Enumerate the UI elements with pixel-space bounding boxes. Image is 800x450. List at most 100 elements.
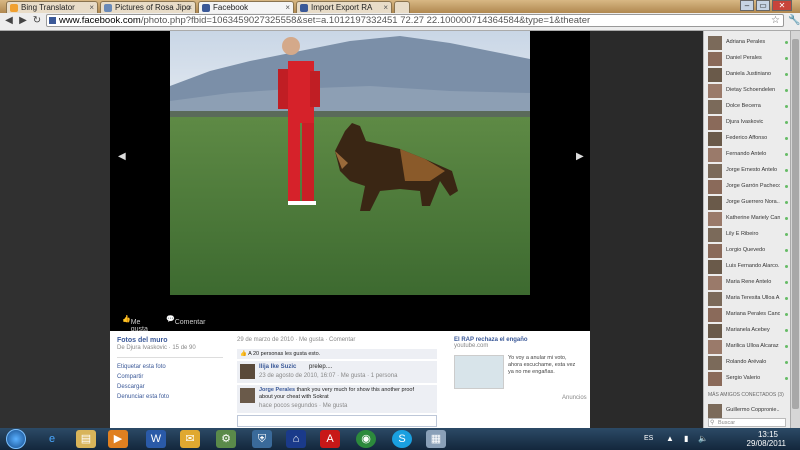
clock-date[interactable]: 29/08/2011 bbox=[747, 439, 786, 448]
clock-time[interactable]: 13:15 bbox=[758, 430, 778, 439]
bookmark-star-icon[interactable]: ☆ bbox=[771, 15, 780, 26]
like-photo-link[interactable]: 👍 Me gusta bbox=[122, 315, 148, 333]
scrollbar-thumb[interactable] bbox=[792, 39, 799, 409]
media-player-icon[interactable]: ▶ bbox=[108, 430, 128, 448]
friend-item[interactable]: Maria Teresita Ulloa A bbox=[708, 292, 788, 307]
album-title-link[interactable]: Fotos del muro bbox=[117, 337, 227, 344]
address-bar[interactable]: www.facebook.com/photo.php?fbid=10634590… bbox=[46, 14, 784, 27]
friend-name: Rolando Arévalo bbox=[726, 359, 767, 365]
friend-item[interactable]: Daniela Justiniano bbox=[708, 68, 788, 83]
friend-name: Marilica Ulloa Alcaraz bbox=[726, 343, 779, 349]
start-button[interactable] bbox=[6, 429, 26, 449]
friend-name: Adriana Perales bbox=[726, 39, 766, 45]
acrobat-icon[interactable]: A bbox=[320, 430, 340, 448]
friend-item[interactable]: Sergio Valerio bbox=[708, 372, 788, 387]
chrome-icon[interactable]: ◉ bbox=[356, 430, 376, 448]
word-icon[interactable]: W bbox=[146, 430, 166, 448]
commenter-name-link[interactable]: Jorge Perales bbox=[259, 387, 295, 393]
avatar bbox=[708, 356, 722, 370]
friend-item[interactable]: Marianela Acebey bbox=[708, 324, 788, 339]
tray-expand-icon[interactable]: ▲ bbox=[666, 434, 674, 443]
comment-input[interactable] bbox=[237, 415, 437, 427]
tab-bing-translator[interactable]: Bing Translator × bbox=[6, 1, 98, 13]
facebook-favicon-icon bbox=[202, 4, 210, 12]
friend-name: Jorge Garrón Pacheco bbox=[726, 183, 780, 189]
tab-import-export[interactable]: Import Export RA × bbox=[296, 1, 392, 13]
close-window-button[interactable]: ✕ bbox=[772, 0, 792, 11]
internet-explorer-icon[interactable]: e bbox=[42, 430, 62, 448]
friend-item[interactable]: Djura Ivaskovic bbox=[708, 116, 788, 131]
file-explorer-icon[interactable]: ▤ bbox=[76, 430, 96, 448]
network-icon[interactable]: ▮ bbox=[684, 434, 688, 443]
close-tab-icon[interactable]: × bbox=[187, 2, 192, 13]
friend-item[interactable]: Fernando Antelo bbox=[708, 148, 788, 163]
ad-source: youtube.com bbox=[454, 343, 489, 349]
tag-photo-link[interactable]: Etiquetar esta foto bbox=[117, 362, 227, 372]
share-link[interactable]: Compartir bbox=[117, 372, 227, 382]
friend-item[interactable]: Federico Affonso bbox=[708, 132, 788, 147]
download-link[interactable]: Descargar bbox=[117, 382, 227, 392]
tab-facebook[interactable]: Facebook × bbox=[198, 1, 294, 13]
outlook-icon[interactable]: ✉ bbox=[180, 430, 200, 448]
comment-photo-link[interactable]: 💬 Comentar bbox=[166, 315, 205, 326]
tab-label: Pictures of Rosa Jipo bbox=[115, 3, 191, 12]
maximize-button[interactable]: ▭ bbox=[756, 0, 770, 11]
album-info: Fotos del muro De Djura Ivaskovic · 15 d… bbox=[117, 337, 227, 402]
friend-name: Katherine Mariely Can... bbox=[726, 215, 780, 221]
photo[interactable] bbox=[170, 31, 530, 295]
avatar bbox=[708, 404, 722, 418]
search-icon: ⚲ bbox=[710, 420, 715, 426]
ads-footer-link[interactable]: Anuncios bbox=[562, 395, 587, 401]
friend-item[interactable]: Jorge Ernesto Antelo bbox=[708, 164, 788, 179]
friend-item[interactable]: Daniel Perales bbox=[708, 52, 788, 67]
page-scrollbar[interactable] bbox=[790, 31, 800, 428]
friend-name: Maria Teresita Ulloa A bbox=[726, 295, 780, 301]
previous-photo-arrow-icon[interactable]: ◀ bbox=[118, 151, 126, 162]
friend-item[interactable]: Jorge Garrón Pacheco bbox=[708, 180, 788, 195]
friend-item[interactable]: Dolce Becerra bbox=[708, 100, 788, 115]
commenter-name-link[interactable]: Ilija Ike Suzic bbox=[259, 364, 296, 370]
friend-item[interactable]: Lily E Ribeiro bbox=[708, 228, 788, 243]
online-status-icon bbox=[785, 313, 788, 316]
avatar bbox=[708, 84, 722, 98]
album-divider bbox=[117, 357, 223, 358]
skype-icon[interactable]: S bbox=[392, 430, 412, 448]
friend-item[interactable]: Katherine Mariely Can... bbox=[708, 212, 788, 227]
friend-item[interactable]: Lorgio Quevedo bbox=[708, 244, 788, 259]
security-app-icon[interactable]: ⛨ bbox=[252, 430, 272, 448]
report-photo-link[interactable]: Denunciar esta foto bbox=[117, 392, 227, 402]
close-tab-icon[interactable]: × bbox=[285, 2, 290, 13]
minimize-button[interactable]: – bbox=[740, 0, 754, 11]
friend-item[interactable]: Jorge Guerrero Nora... bbox=[708, 196, 788, 211]
network-app-icon[interactable]: ⚙ bbox=[216, 430, 236, 448]
friend-item[interactable]: Maria Rene Antelo bbox=[708, 276, 788, 291]
friend-item[interactable]: Guillermo Coppronie... bbox=[708, 404, 788, 419]
ad-thumbnail[interactable] bbox=[454, 355, 504, 389]
post-feedback: 29 de marzo de 2010 · Me gusta · Comenta… bbox=[237, 337, 437, 427]
friend-item[interactable]: Luis Fernando Alarco... bbox=[708, 260, 788, 275]
language-indicator[interactable]: ES bbox=[644, 435, 653, 442]
friend-item[interactable]: Rolando Arévalo bbox=[708, 356, 788, 371]
chat-search-input[interactable]: ⚲ Buscar bbox=[708, 418, 786, 427]
close-tab-icon[interactable]: × bbox=[89, 2, 94, 13]
close-tab-icon[interactable]: × bbox=[383, 2, 388, 13]
friend-item[interactable]: Dietay Schoendelen bbox=[708, 84, 788, 99]
friend-item[interactable]: Mariana Perales Cano bbox=[708, 308, 788, 323]
friend-item[interactable]: Marilica Ulloa Alcaraz bbox=[708, 340, 788, 355]
tab-label: Bing Translator bbox=[21, 3, 75, 12]
forward-arrow-icon[interactable]: ▶ bbox=[17, 15, 29, 27]
reload-icon[interactable]: ↻ bbox=[31, 15, 43, 27]
like-thumb-icon: 👍 bbox=[240, 351, 247, 357]
calculator-icon[interactable]: ▦ bbox=[426, 430, 446, 448]
friend-item[interactable]: Adriana Perales bbox=[708, 36, 788, 51]
online-status-icon bbox=[785, 201, 788, 204]
comment-body: Jorge Perales thank you very much for sh… bbox=[259, 387, 429, 401]
album-subtitle: De Djura Ivaskovic · 15 de 90 bbox=[117, 345, 196, 351]
back-arrow-icon[interactable]: ◀ bbox=[3, 15, 15, 27]
volume-icon[interactable]: 🔈 bbox=[698, 434, 708, 443]
next-photo-arrow-icon[interactable]: ▶ bbox=[576, 151, 584, 162]
new-tab-button[interactable] bbox=[394, 1, 410, 13]
wrench-menu-icon[interactable]: 🔧 bbox=[788, 15, 800, 26]
home-app-icon[interactable]: ⌂ bbox=[286, 430, 306, 448]
tab-pictures[interactable]: Pictures of Rosa Jipo × bbox=[100, 1, 196, 13]
